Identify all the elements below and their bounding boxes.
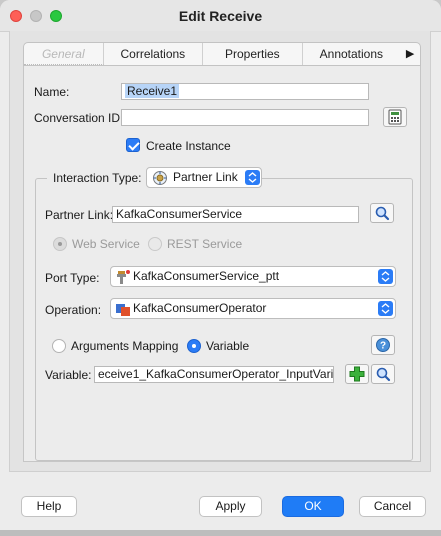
operation-select[interactable]: KafkaConsumerOperator — [110, 298, 396, 319]
search-icon — [376, 367, 391, 382]
partner-link-field[interactable]: KafkaConsumerService — [112, 206, 359, 223]
rest-service-label: REST Service — [167, 237, 243, 251]
port-type-icon — [117, 270, 130, 284]
apply-button[interactable]: Apply — [199, 496, 262, 517]
partner-link-label: Partner Link: — [45, 208, 114, 222]
name-field[interactable]: Receive1 — [121, 83, 369, 100]
variable-search-button[interactable] — [371, 364, 395, 384]
name-label: Name: — [34, 85, 69, 99]
title-bar: Edit Receive — [0, 0, 441, 32]
plus-icon — [349, 366, 365, 382]
operation-value: KafkaConsumerOperator — [133, 301, 267, 315]
port-type-label: Port Type: — [45, 271, 100, 285]
svg-text:?: ? — [380, 341, 386, 352]
partner-link-search-button[interactable] — [370, 203, 394, 223]
create-variable-button[interactable] — [345, 364, 369, 384]
web-service-label: Web Service — [72, 237, 140, 251]
tab-properties[interactable]: Properties — [203, 43, 303, 65]
port-type-select[interactable]: KafkaConsumerService_ptt — [110, 266, 396, 287]
conversation-id-field[interactable] — [121, 109, 369, 126]
question-icon: ? — [376, 338, 390, 352]
create-instance-checkbox[interactable] — [126, 138, 140, 152]
operation-stepper-icon — [378, 301, 393, 316]
conversation-id-label: Conversation ID: — [34, 111, 124, 125]
operation-label: Operation: — [45, 303, 102, 317]
interaction-type-select[interactable]: Partner Link — [146, 167, 262, 188]
interaction-type-value: Partner Link — [173, 170, 238, 184]
name-field-value: Receive1 — [125, 84, 180, 98]
variable-label: Variable: — [45, 368, 92, 382]
ok-button[interactable]: OK — [282, 496, 344, 517]
variable-radio-label: Variable — [206, 339, 250, 353]
interaction-type-label: Interaction Type: — [47, 171, 148, 185]
tab-general[interactable]: General — [24, 43, 104, 65]
web-service-radio[interactable] — [53, 237, 67, 251]
cancel-button[interactable]: Cancel — [359, 496, 426, 517]
tab-annotations[interactable]: Annotations — [303, 43, 401, 65]
search-icon — [375, 206, 390, 221]
arguments-mapping-label: Arguments Mapping — [71, 339, 179, 353]
variable-field[interactable]: eceive1_KafkaConsumerOperator_InputVaria… — [94, 366, 334, 383]
operation-icon — [116, 304, 130, 316]
help-button[interactable]: Help — [21, 496, 77, 517]
name-label-text: Name: — [34, 85, 70, 99]
calculator-icon — [388, 109, 402, 125]
window-bottom-edge — [0, 530, 441, 536]
tab-bar: General Correlations Properties Annotati… — [23, 42, 421, 66]
port-type-stepper-icon — [378, 269, 393, 284]
port-type-value: KafkaConsumerService_ptt — [133, 269, 280, 283]
edit-receive-dialog: Edit Receive General Correlations Proper… — [0, 0, 441, 536]
conversation-browse-button[interactable] — [383, 107, 407, 127]
rest-service-radio[interactable] — [148, 237, 162, 251]
interaction-type-stepper-icon — [245, 170, 260, 185]
window-title: Edit Receive — [178, 8, 263, 24]
tab-correlations[interactable]: Correlations — [104, 43, 204, 65]
tabs-more-arrow-icon[interactable]: ▶ — [400, 43, 420, 65]
create-instance-label: Create Instance — [146, 139, 231, 153]
arguments-mapping-radio[interactable] — [52, 339, 66, 353]
variable-radio[interactable] — [187, 339, 201, 353]
partner-link-icon — [153, 171, 167, 185]
help-context-button[interactable]: ? — [371, 335, 395, 355]
